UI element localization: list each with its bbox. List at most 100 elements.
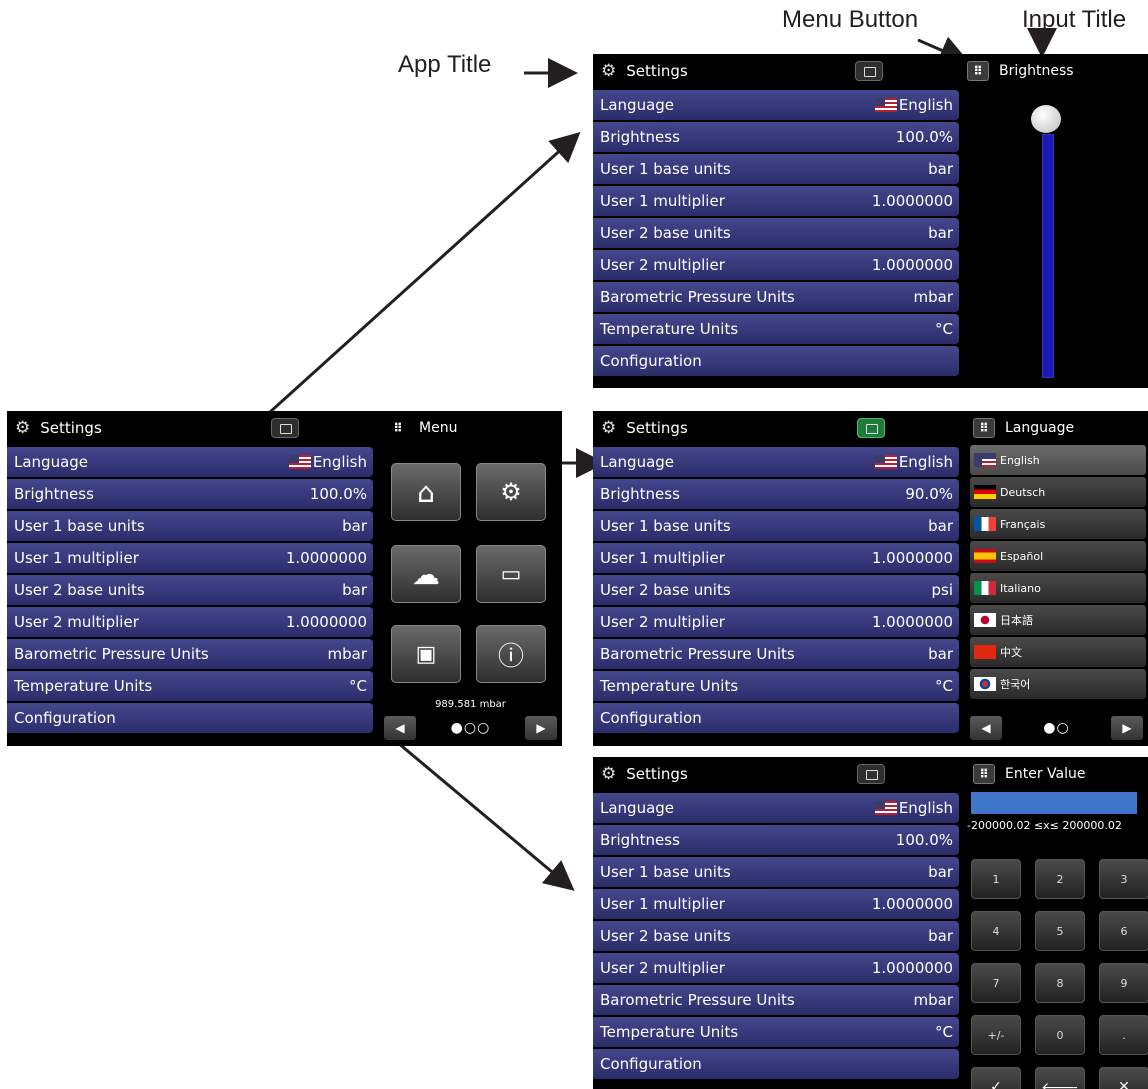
language-option-espanol[interactable]: Español <box>970 541 1146 571</box>
menu-button[interactable]: ⠿ <box>973 418 995 438</box>
next-page-button[interactable]: ▶ <box>1111 716 1143 740</box>
setting-row-temperature-units[interactable]: Temperature Units °C <box>593 1017 959 1047</box>
setting-row-brightness[interactable]: Brightness 100.0% <box>7 479 373 509</box>
cloud-icon[interactable]: ☁ <box>391 545 461 603</box>
language-option-deutsch[interactable]: Deutsch <box>970 477 1146 507</box>
key-4[interactable]: 4 <box>971 911 1021 951</box>
japanese-flag-icon <box>974 613 996 627</box>
key-3[interactable]: 3 <box>1099 859 1148 899</box>
key-plus-minus[interactable]: +/- <box>971 1015 1021 1055</box>
setting-row-language[interactable]: Language English <box>593 447 959 477</box>
setting-row-configuration[interactable]: Configuration <box>593 346 959 376</box>
setting-row-user2-base-units[interactable]: User 2 base units bar <box>593 218 959 248</box>
menu-button[interactable]: ⠿ <box>967 61 989 81</box>
setting-row-temperature-units[interactable]: Temperature Units °C <box>593 671 959 701</box>
key-1[interactable]: 1 <box>971 859 1021 899</box>
setting-row-user1-multiplier[interactable]: User 1 multiplier 1.0000000 <box>593 889 959 919</box>
menu-button[interactable]: ⠿ <box>387 418 409 438</box>
setting-row-barometric-units[interactable]: Barometric Pressure Units mbar <box>593 985 959 1015</box>
settings-list: Language English Brightness 100.0% User 1 … <box>7 447 373 735</box>
setting-row-configuration[interactable]: Configuration <box>593 703 959 733</box>
cancel-x-icon[interactable]: ✕ <box>1099 1067 1148 1089</box>
app-title: Settings <box>626 62 688 80</box>
key-9[interactable]: 9 <box>1099 963 1148 1003</box>
display-settings-icon[interactable]: ▭ <box>476 545 546 603</box>
spanish-flag-icon <box>974 549 996 563</box>
app-title: Settings <box>626 419 688 437</box>
setting-row-user1-base-units[interactable]: User 1 base units bar <box>593 154 959 184</box>
setting-row-temperature-units[interactable]: Temperature Units °C <box>7 671 373 701</box>
settings-list: Language English Brightness 90.0% User 1 b… <box>593 447 959 735</box>
prev-page-button[interactable]: ◀ <box>970 716 1002 740</box>
keyboard-toggle-icon[interactable] <box>855 61 883 81</box>
key-8[interactable]: 8 <box>1035 963 1085 1003</box>
setting-row-language[interactable]: Language English <box>7 447 373 477</box>
setting-row-user2-multiplier[interactable]: User 2 multiplier 1.0000000 <box>7 607 373 637</box>
setting-row-user2-base-units[interactable]: User 2 base units psi <box>593 575 959 605</box>
key-0[interactable]: 0 <box>1035 1015 1085 1055</box>
key-2[interactable]: 2 <box>1035 859 1085 899</box>
settings-list: Language English Brightness 100.0% User 1 … <box>593 793 959 1081</box>
brightness-slider-knob[interactable] <box>1031 105 1061 133</box>
brightness-slider-track[interactable] <box>1042 134 1054 378</box>
keyboard-toggle-icon[interactable] <box>271 418 299 438</box>
key-7[interactable]: 7 <box>971 963 1021 1003</box>
setting-row-configuration[interactable]: Configuration <box>7 703 373 733</box>
storage-icon[interactable]: ▣ <box>391 625 461 683</box>
app-header: ⚙ Settings <box>7 411 102 445</box>
app-header: ⚙ Settings <box>593 411 688 445</box>
setting-row-user1-base-units[interactable]: User 1 base units bar <box>593 857 959 887</box>
language-option-italiano[interactable]: Italiano <box>970 573 1146 603</box>
language-option-francais[interactable]: Français <box>970 509 1146 539</box>
menu-button[interactable]: ⠿ <box>973 764 995 784</box>
language-option-japanese[interactable]: 日本語 <box>970 605 1146 635</box>
keyboard-toggle-icon[interactable] <box>857 418 885 438</box>
us-flag-icon <box>874 455 897 469</box>
info-icon[interactable]: ⓘ <box>476 625 546 683</box>
setting-row-user2-base-units[interactable]: User 2 base units bar <box>7 575 373 605</box>
page-nav: ◀ ●○ ▶ <box>970 716 1143 740</box>
setting-row-user1-multiplier[interactable]: User 1 multiplier 1.0000000 <box>593 186 959 216</box>
setting-row-language[interactable]: Language English <box>593 90 959 120</box>
screen-brightness: ⚙ Settings Language English Brightness 100… <box>593 54 1148 388</box>
app-header: ⚙ Settings <box>593 757 688 791</box>
keyboard-toggle-icon[interactable] <box>857 764 885 784</box>
setting-row-barometric-units[interactable]: Barometric Pressure Units bar <box>593 639 959 669</box>
setting-row-barometric-units[interactable]: Barometric Pressure Units mbar <box>593 282 959 312</box>
backspace-arrow-icon[interactable]: 🡐 <box>1035 1067 1085 1089</box>
language-option-korean[interactable]: 한국어 <box>970 669 1146 699</box>
setting-row-user2-multiplier[interactable]: User 2 multiplier 1.0000000 <box>593 607 959 637</box>
setting-row-user2-multiplier[interactable]: User 2 multiplier 1.0000000 <box>593 953 959 983</box>
barometric-pressure-readout: 989.581 mbar <box>435 699 506 710</box>
language-option-english[interactable]: English <box>970 445 1146 475</box>
setting-row-language[interactable]: Language English <box>593 793 959 823</box>
setting-row-user1-base-units[interactable]: User 1 base units bar <box>593 511 959 541</box>
setting-row-user1-base-units[interactable]: User 1 base units bar <box>7 511 373 541</box>
language-option-chinese[interactable]: 中文 <box>970 637 1146 667</box>
setting-row-brightness[interactable]: Brightness 100.0% <box>593 825 959 855</box>
screen-language: ⚙ Settings Language English Brightness 90.… <box>593 411 1148 746</box>
home-icon[interactable]: ⌂ <box>391 463 461 521</box>
settings-icon[interactable]: ⚙ <box>476 463 546 521</box>
setting-row-user1-multiplier[interactable]: User 1 multiplier 1.0000000 <box>7 543 373 573</box>
key-6[interactable]: 6 <box>1099 911 1148 951</box>
value-entry-field[interactable] <box>971 792 1137 814</box>
setting-row-user1-multiplier[interactable]: User 1 multiplier 1.0000000 <box>593 543 959 573</box>
prev-page-button[interactable]: ◀ <box>384 716 416 740</box>
setting-row-user2-multiplier[interactable]: User 2 multiplier 1.0000000 <box>593 250 959 280</box>
page-nav: ◀ ●○○ ▶ <box>384 716 557 740</box>
chinese-flag-icon <box>974 645 996 659</box>
app-title: Settings <box>626 765 688 783</box>
setting-row-barometric-units[interactable]: Barometric Pressure Units mbar <box>7 639 373 669</box>
setting-row-configuration[interactable]: Configuration <box>593 1049 959 1079</box>
korean-flag-icon <box>974 677 996 691</box>
confirm-check-icon[interactable]: ✓ <box>971 1067 1021 1089</box>
setting-row-user2-base-units[interactable]: User 2 base units bar <box>593 921 959 951</box>
german-flag-icon <box>974 485 996 499</box>
setting-row-brightness[interactable]: Brightness 90.0% <box>593 479 959 509</box>
key-5[interactable]: 5 <box>1035 911 1085 951</box>
setting-row-temperature-units[interactable]: Temperature Units °C <box>593 314 959 344</box>
key-decimal[interactable]: . <box>1099 1015 1148 1055</box>
next-page-button[interactable]: ▶ <box>525 716 557 740</box>
setting-row-brightness[interactable]: Brightness 100.0% <box>593 122 959 152</box>
